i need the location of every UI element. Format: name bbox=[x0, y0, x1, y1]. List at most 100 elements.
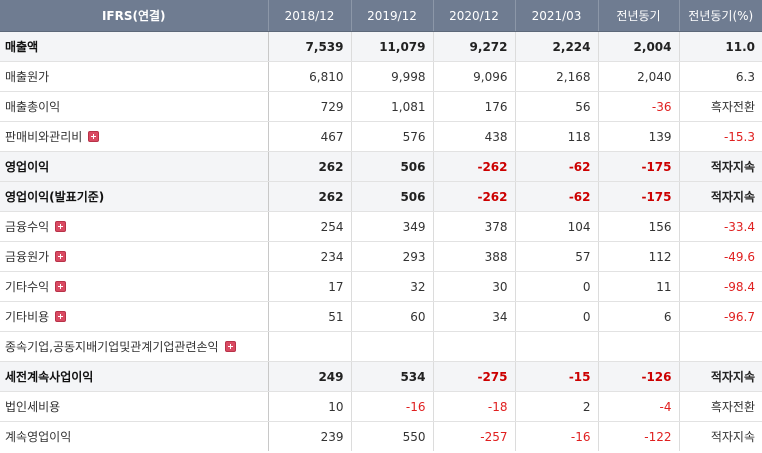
row-label-cell[interactable]: 종속기업,공동지배기업및관계기업관련손익 bbox=[0, 331, 269, 362]
value-cell: -175 bbox=[598, 181, 680, 212]
value-cell: 11 bbox=[598, 271, 680, 302]
value-cell: 239 bbox=[268, 421, 352, 451]
row-label-cell[interactable]: 판매비와관리비 bbox=[0, 121, 269, 152]
value-cell: 적자지속 bbox=[679, 151, 762, 182]
row-label: 법인세비용 bbox=[5, 400, 61, 414]
value-cell: 32 bbox=[351, 271, 434, 302]
row-label: 기타수익 bbox=[5, 280, 50, 294]
header-ifrs: IFRS(연결) bbox=[0, 0, 269, 32]
value-cell: 6.3 bbox=[679, 61, 762, 92]
value-cell: -175 bbox=[598, 151, 680, 182]
row-label-cell[interactable]: 기타수익 bbox=[0, 271, 269, 302]
value-cell: 적자지속 bbox=[679, 361, 762, 392]
value-cell: 176 bbox=[433, 91, 516, 122]
value-cell: 104 bbox=[515, 211, 599, 242]
value-cell: 506 bbox=[351, 151, 434, 182]
value-cell: 흑자전환 bbox=[679, 391, 762, 422]
value-cell: -62 bbox=[515, 181, 599, 212]
value-cell: 적자지속 bbox=[710, 430, 755, 444]
row-label-cell[interactable]: 금융수익 bbox=[0, 211, 269, 242]
header-2021-03: 2021/03 bbox=[515, 0, 599, 32]
value-cell: 534 bbox=[351, 361, 434, 392]
value-cell: 0 bbox=[515, 271, 599, 302]
row-label: 금융수익 bbox=[5, 220, 50, 234]
row-label: 종속기업,공동지배기업및관계기업관련손익 bbox=[5, 340, 219, 354]
value-cell: 2,004 bbox=[598, 31, 680, 62]
value-cell: 2,224 bbox=[515, 31, 599, 62]
value-cell: 11,079 bbox=[351, 31, 434, 62]
plus-square-icon[interactable] bbox=[55, 281, 67, 292]
row-label-cell: 법인세비용 bbox=[0, 391, 269, 422]
value-cell: -49.6 bbox=[679, 241, 762, 272]
value-cell: -262 bbox=[433, 151, 516, 182]
row-label: 매출액 bbox=[5, 40, 39, 54]
value-cell: 438 bbox=[433, 121, 516, 152]
value-cell: 9,272 bbox=[433, 31, 516, 62]
value-cell: 1,081 bbox=[351, 91, 434, 122]
value-cell: 139 bbox=[598, 121, 680, 152]
table-body: 매출액 7,539 11,079 9,272 2,224 2,004 11.0 매출원가 6,8… bbox=[0, 31, 762, 451]
value-cell: 34 bbox=[433, 301, 516, 332]
row-label-cell[interactable]: 기타비용 bbox=[0, 301, 269, 332]
header-2018-12: 2018/12 bbox=[268, 0, 352, 32]
header-2019-12: 2019/12 bbox=[351, 0, 434, 32]
value-cell: 0 bbox=[515, 301, 599, 332]
table-row: 매출액 7,539 11,079 9,272 2,224 2,004 11.0 bbox=[0, 31, 762, 62]
value-cell: 9,998 bbox=[351, 61, 434, 92]
value-cell: 254 bbox=[268, 211, 352, 242]
value-cell: -15.3 bbox=[679, 121, 762, 152]
value-cell: 적자지속 bbox=[679, 181, 762, 212]
value-cell: 51 bbox=[268, 301, 352, 332]
value-cell bbox=[679, 331, 762, 362]
value-cell: 576 bbox=[351, 121, 434, 152]
value-cell: 6 bbox=[598, 301, 680, 332]
financial-statement-table: IFRS(연결) 2018/12 2019/12 2020/12 2021/03… bbox=[0, 0, 762, 451]
table-row: 매출총이익 729 1,081 176 56 -36 흑자전환 bbox=[0, 91, 762, 122]
row-label: 금융원가 bbox=[5, 250, 50, 264]
value-cell: -18 bbox=[433, 391, 516, 422]
value-cell: -275 bbox=[433, 361, 516, 392]
value-cell: 9,096 bbox=[433, 61, 516, 92]
value-cell: -33.4 bbox=[679, 211, 762, 242]
table-row: 영업이익(발표기준) 262 506 -262 -62 -175 적자지속 bbox=[0, 181, 762, 212]
header-2020-12: 2020/12 bbox=[433, 0, 516, 32]
row-label: 매출총이익 bbox=[5, 100, 61, 114]
value-cell: 378 bbox=[433, 211, 516, 242]
table-row: 기타비용 51 60 34 0 6 -96.7 bbox=[0, 301, 762, 332]
value-cell: -98.4 bbox=[679, 271, 762, 302]
row-label-cell: 매출총이익 bbox=[0, 91, 269, 122]
table-row: 금융원가 234 293 388 57 112 -49.6 bbox=[0, 241, 762, 272]
table-row: 기타수익 17 32 30 0 11 -98.4 bbox=[0, 271, 762, 302]
value-cell bbox=[433, 331, 516, 362]
row-label-cell[interactable]: 금융원가 bbox=[0, 241, 269, 272]
value-cell: 11.0 bbox=[679, 31, 762, 62]
value-cell bbox=[351, 331, 434, 362]
plus-square-icon[interactable] bbox=[88, 131, 100, 142]
table-row: 매출원가 6,810 9,998 9,096 2,168 2,040 6.3 bbox=[0, 61, 762, 92]
table-row: 계속영업이익 239 550 -257 -16 -122 적자지속 bbox=[0, 421, 762, 451]
table-row: 세전계속사업이익 249 534 -275 -15 -126 적자지속 bbox=[0, 361, 762, 392]
row-label-cell: 영업이익(발표기준) bbox=[0, 181, 269, 212]
value-cell: 흑자전환 bbox=[679, 91, 762, 122]
value-cell: -15 bbox=[515, 361, 599, 392]
value-cell bbox=[268, 331, 352, 362]
table-row: 판매비와관리비 467 576 438 118 139 -15.3 bbox=[0, 121, 762, 152]
plus-square-icon[interactable] bbox=[55, 251, 67, 262]
value-cell: 112 bbox=[598, 241, 680, 272]
value-cell: -16 bbox=[515, 421, 599, 451]
row-label: 매출원가 bbox=[5, 70, 50, 84]
value-cell: 6,810 bbox=[268, 61, 352, 92]
row-label: 세전계속사업이익 bbox=[5, 370, 94, 384]
table-row: 종속기업,공동지배기업및관계기업관련손익 bbox=[0, 331, 762, 362]
value-cell: 30 bbox=[433, 271, 516, 302]
table-row: 법인세비용 10 -16 -18 2 -4 흑자전환 bbox=[0, 391, 762, 422]
value-cell: -262 bbox=[433, 181, 516, 212]
value-cell: -96.7 bbox=[679, 301, 762, 332]
row-label-cell: 계속영업이익 bbox=[0, 421, 269, 451]
value-cell: 2,168 bbox=[515, 61, 599, 92]
plus-square-icon[interactable] bbox=[224, 341, 236, 352]
header-prev-year-pct: 전년동기(%) bbox=[679, 0, 762, 32]
plus-square-icon[interactable] bbox=[55, 221, 67, 232]
plus-square-icon[interactable] bbox=[55, 311, 67, 322]
table-row: 금융수익 254 349 378 104 156 -33.4 bbox=[0, 211, 762, 242]
